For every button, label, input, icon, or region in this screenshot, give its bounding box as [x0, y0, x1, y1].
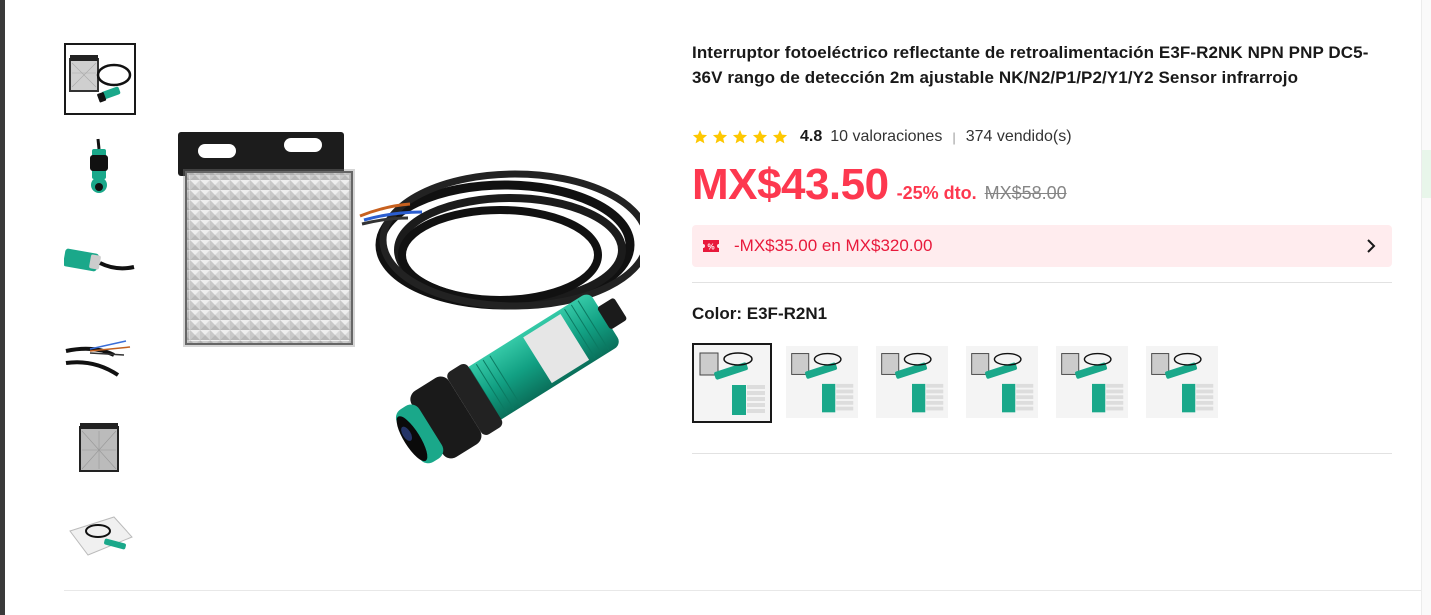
color-option-3[interactable] — [876, 343, 948, 421]
star-rating — [692, 129, 788, 145]
current-price: MX$43.50 — [692, 160, 889, 209]
price-row: MX$43.50 -25% dto. MX$58.00 — [692, 160, 1067, 210]
thumbnail-6[interactable] — [64, 501, 136, 573]
color-option-2[interactable] — [786, 343, 858, 421]
reviews-link[interactable]: 10 valoraciones — [830, 128, 942, 146]
section-divider — [692, 453, 1392, 454]
star-icon — [732, 130, 748, 144]
svg-text:%: % — [707, 243, 714, 252]
star-icon — [772, 130, 788, 144]
color-option-e3f-r2n1[interactable] — [692, 343, 772, 423]
section-divider — [692, 282, 1392, 283]
color-options — [692, 343, 1392, 423]
star-icon — [752, 130, 768, 144]
thumbnail-4[interactable] — [64, 315, 136, 387]
color-label: Color: E3F-R2N1 — [692, 304, 828, 323]
coupon-icon: % — [703, 240, 719, 252]
product-title: Interruptor fotoeléctrico reflectante de… — [692, 43, 1369, 87]
color-option-6[interactable] — [1146, 343, 1218, 421]
window-left-edge — [0, 0, 5, 615]
star-icon — [712, 130, 728, 144]
sold-count: 374 vendido(s) — [965, 128, 1072, 145]
color-option-4[interactable] — [966, 343, 1038, 421]
rating-value: 4.8 — [800, 128, 823, 145]
main-product-image[interactable] — [160, 120, 651, 480]
rating-separator: | — [952, 129, 956, 145]
thumbnail-3[interactable] — [64, 223, 136, 295]
right-panel-edge — [1421, 0, 1431, 615]
bottom-divider — [64, 590, 1421, 591]
original-price: MX$58.00 — [984, 183, 1067, 203]
thumbnail-2[interactable] — [64, 135, 136, 207]
color-option-5[interactable] — [1056, 343, 1128, 421]
coupon-banner[interactable]: % -MX$35.00 en MX$320.00 — [692, 225, 1392, 267]
discount-badge: -25% dto. — [896, 183, 977, 203]
rating-row: 4.8 10 valoraciones | 374 vendido(s) — [692, 126, 1072, 148]
thumbnail-1[interactable] — [64, 43, 136, 115]
thumbnail-5[interactable] — [64, 413, 136, 485]
chevron-right-icon — [1367, 239, 1376, 253]
star-icon — [692, 130, 708, 144]
coupon-text: -MX$35.00 en MX$320.00 — [734, 236, 933, 255]
